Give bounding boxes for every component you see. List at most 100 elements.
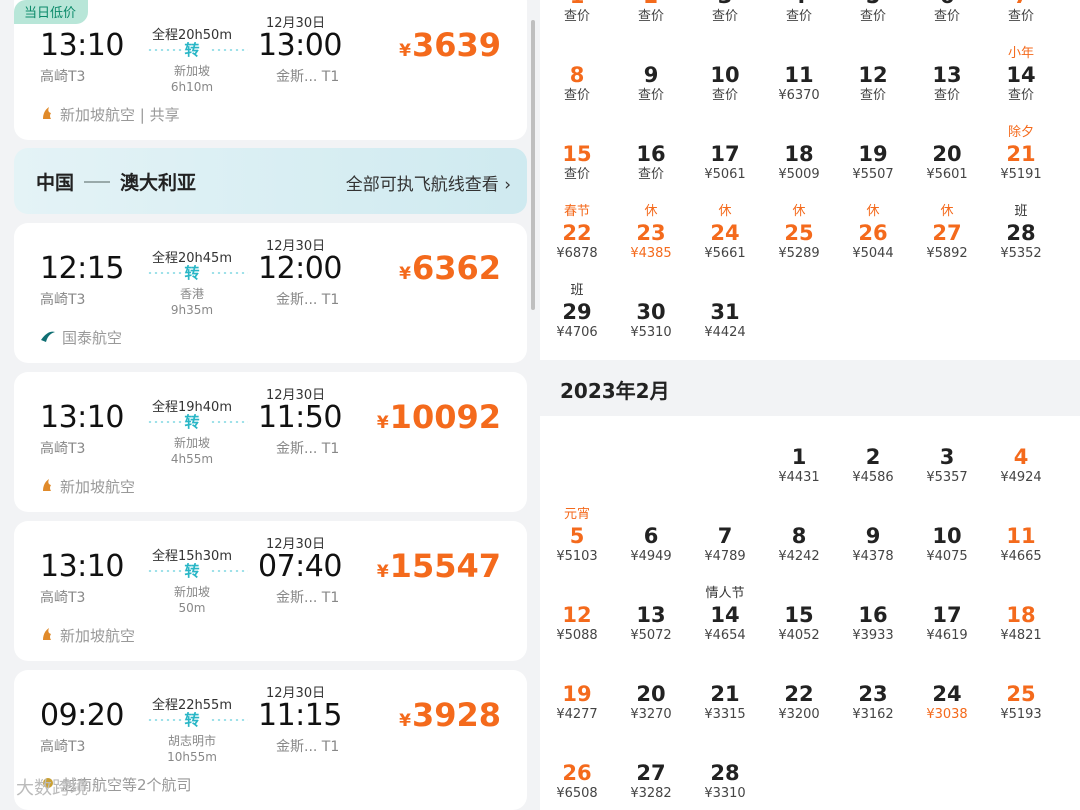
calendar-day[interactable]: 3查价 (688, 0, 762, 26)
calendar-day[interactable]: 17 ¥4619 (910, 603, 984, 645)
scrollbar[interactable] (531, 20, 535, 310)
day-price: ¥4654 (704, 628, 746, 643)
holiday-label: 休 (644, 204, 658, 219)
flight-price: ¥3639 (399, 26, 501, 64)
calendar-day[interactable]: 3 ¥5357 (910, 445, 984, 487)
calendar-day[interactable]: 休 23 ¥4385 (614, 204, 688, 263)
day-number: 27 (932, 221, 962, 245)
calendar-day[interactable]: 春节 22 ¥6878 (540, 204, 614, 263)
departure-terminal: 高崎T3 (40, 69, 86, 85)
calendar-day[interactable]: 10 查价 (688, 63, 762, 105)
calendar-day[interactable]: 16 查价 (614, 142, 688, 184)
flight-card[interactable]: 当日低价 13:10 高崎T3 全程20h50m 转 新加坡 6h10m 12月… (14, 0, 527, 140)
arrival-time: 07:40 (258, 549, 342, 584)
calendar-day[interactable]: 班 29 ¥4706 (540, 283, 614, 342)
calendar-day[interactable]: 22 ¥3200 (762, 682, 836, 724)
calendar-day[interactable]: 休 24 ¥5661 (688, 204, 762, 263)
calendar-day[interactable]: 9 ¥4378 (836, 524, 910, 566)
view-all-routes-link[interactable]: 全部可执飞航线查看 › (346, 170, 511, 195)
calendar-day[interactable]: 4查价 (762, 0, 836, 26)
calendar-day[interactable]: 1 ¥4431 (762, 445, 836, 487)
flight-card[interactable]: 09:20 高崎T3 全程22h55m 转 胡志明市 10h55m 12月30日… (14, 670, 527, 810)
flight-price: ¥6362 (399, 249, 501, 287)
day-number: 26 (562, 761, 592, 785)
flight-card[interactable]: 13:10 高崎T3 全程19h40m 转 新加坡 4h55m 12月30日 1… (14, 372, 527, 512)
calendar-day[interactable]: 26 ¥6508 (540, 761, 614, 803)
calendar-day[interactable]: 25 ¥5193 (984, 682, 1058, 724)
calendar-day[interactable]: 2 ¥4586 (836, 445, 910, 487)
calendar-day[interactable]: 除夕 21 ¥5191 (984, 125, 1058, 184)
calendar-day[interactable]: 班 28 ¥5352 (984, 204, 1058, 263)
calendar-day[interactable]: 休 27 ¥5892 (910, 204, 984, 263)
calendar-day[interactable]: 27 ¥3282 (614, 761, 688, 803)
calendar-day[interactable]: 18 ¥4821 (984, 603, 1058, 645)
route-to: 澳大利亚 (120, 172, 197, 194)
calendar-day[interactable]: 19 ¥5507 (836, 142, 910, 184)
day-number: 25 (784, 221, 814, 245)
calendar-day[interactable]: 17 ¥5061 (688, 142, 762, 184)
calendar-day[interactable]: 情人节 14 ¥4654 (688, 586, 762, 645)
calendar-day[interactable]: 8 ¥4242 (762, 524, 836, 566)
calendar-day[interactable]: 13 查价 (910, 63, 984, 105)
calendar-day[interactable]: 5查价 (836, 0, 910, 26)
day-price: ¥4586 (852, 470, 894, 485)
calendar-day[interactable]: 4 ¥4924 (984, 445, 1058, 487)
day-number: 11 (784, 63, 814, 87)
day-number: 13 (636, 603, 666, 627)
departure-time: 13:10 (40, 549, 124, 584)
calendar-day[interactable]: 24 ¥3038 (910, 682, 984, 724)
calendar-day[interactable]: 7 ¥4789 (688, 524, 762, 566)
calendar-day[interactable]: 小年 14 查价 (984, 46, 1058, 105)
calendar-day[interactable]: 23 ¥3162 (836, 682, 910, 724)
calendar-day[interactable]: 21 ¥3315 (688, 682, 762, 724)
route-line (210, 570, 248, 572)
calendar-day[interactable]: 19 ¥4277 (540, 682, 614, 724)
calendar-day[interactable]: 30 ¥5310 (614, 300, 688, 342)
cathay-pacific-icon (40, 329, 56, 347)
calendar-day[interactable]: 15 查价 (540, 142, 614, 184)
day-price: 查价 (1007, 88, 1034, 103)
calendar-day[interactable]: 20 ¥3270 (614, 682, 688, 724)
price-value: 3928 (411, 696, 501, 734)
calendar-day[interactable]: 11 ¥6370 (762, 63, 836, 105)
route-label: 中国 澳大利亚 (36, 168, 196, 195)
calendar-day[interactable]: 13 ¥5072 (614, 603, 688, 645)
calendar-day[interactable]: 6查价 (910, 0, 984, 26)
flight-card[interactable]: 12:15 高崎T3 全程20h45m 转 香港 9h35m 12月30日 12… (14, 223, 527, 363)
calendar-day[interactable]: 6 ¥4949 (614, 524, 688, 566)
day-number: 26 (858, 221, 888, 245)
calendar-day[interactable]: 16 ¥3933 (836, 603, 910, 645)
calendar-day[interactable]: 15 ¥4052 (762, 603, 836, 645)
route-banner[interactable]: 中国 澳大利亚 全部可执飞航线查看 › (14, 148, 527, 214)
flight-card[interactable]: 13:10 高崎T3 全程15h30m 转 新加坡 50m 12月30日 07:… (14, 521, 527, 661)
calendar-day[interactable]: 7查价 (984, 0, 1058, 26)
departure-terminal: 高崎T3 (40, 590, 86, 606)
day-number: 7 (984, 0, 1058, 8)
day-price: ¥4924 (1000, 470, 1042, 485)
calendar-day[interactable]: 元宵 5 ¥5103 (540, 507, 614, 566)
calendar-day[interactable]: 9 查价 (614, 63, 688, 105)
calendar-day[interactable]: 28 ¥3310 (688, 761, 762, 803)
calendar-day[interactable]: 8 查价 (540, 63, 614, 105)
calendar-day[interactable]: 31 ¥4424 (688, 300, 762, 342)
calendar-day[interactable]: 12 ¥5088 (540, 603, 614, 645)
day-price: ¥4949 (630, 549, 672, 564)
calendar-day[interactable]: 18 ¥5009 (762, 142, 836, 184)
day-price: 查价 (637, 88, 664, 103)
layover-duration: 50m (178, 601, 206, 615)
calendar-day[interactable]: 1查价 (540, 0, 614, 26)
day-price: ¥4277 (556, 707, 598, 722)
calendar-day[interactable]: 休 26 ¥5044 (836, 204, 910, 263)
holiday-label: 休 (940, 204, 954, 219)
calendar-day[interactable]: 2查价 (614, 0, 688, 26)
day-price: 查价 (785, 9, 812, 24)
calendar-day[interactable]: 11 ¥4665 (984, 524, 1058, 566)
calendar-day[interactable]: 休 25 ¥5289 (762, 204, 836, 263)
calendar-day[interactable]: 10 ¥4075 (910, 524, 984, 566)
arrival-terminal: 金斯... T1 (276, 69, 340, 85)
calendar-day[interactable]: 12 查价 (836, 63, 910, 105)
calendar-day[interactable]: 20 ¥5601 (910, 142, 984, 184)
transfer-city: 新加坡 (173, 436, 210, 450)
day-price: ¥4378 (852, 549, 894, 564)
currency-symbol: ¥ (399, 41, 411, 61)
